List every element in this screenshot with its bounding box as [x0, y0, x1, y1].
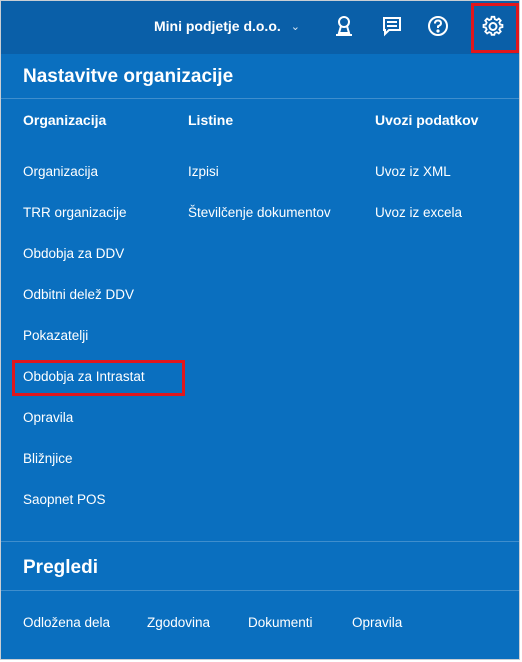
- link-pokazatelji[interactable]: Pokazatelji: [23, 328, 88, 343]
- section-divider: [1, 98, 519, 99]
- column-heading-listine: Listine: [188, 112, 234, 128]
- link-uvoz-iz-xml[interactable]: Uvoz iz XML: [375, 164, 451, 179]
- link-obdobja-za-intrastat[interactable]: Obdobja za Intrastat: [23, 369, 145, 384]
- link-uvoz-iz-excela[interactable]: Uvoz iz excela: [375, 205, 462, 220]
- column-heading-uvozi: Uvozi podatkov: [375, 112, 479, 128]
- top-navigation-bar: Mini podjetje d.o.o. ⌄: [1, 1, 519, 54]
- company-name: Mini podjetje d.o.o.: [154, 18, 281, 34]
- link-obdobja-za-ddv[interactable]: Obdobja za DDV: [23, 246, 124, 261]
- link-opravila[interactable]: Opravila: [23, 410, 73, 425]
- link-odlozena-dela[interactable]: Odložena dela: [23, 615, 110, 630]
- link-organizacija[interactable]: Organizacija: [23, 164, 98, 179]
- help-icon[interactable]: [424, 12, 452, 40]
- link-zgodovina[interactable]: Zgodovina: [147, 615, 210, 630]
- link-opravila-pregledi[interactable]: Opravila: [352, 615, 402, 630]
- section-divider: [1, 590, 519, 591]
- settings-section-title: Nastavitve organizacije: [23, 66, 234, 87]
- chevron-down-icon: ⌄: [290, 20, 300, 33]
- user-icon[interactable]: [330, 12, 358, 40]
- link-izpisi[interactable]: Izpisi: [188, 164, 219, 179]
- link-trr-organizacije[interactable]: TRR organizacije: [23, 205, 127, 220]
- link-saopnet-pos[interactable]: Saopnet POS: [23, 492, 106, 507]
- column-heading-organizacija: Organizacija: [23, 112, 107, 128]
- section-divider: [1, 541, 519, 542]
- messages-icon[interactable]: [378, 12, 406, 40]
- link-dokumenti[interactable]: Dokumenti: [248, 615, 313, 630]
- settings-icon[interactable]: [479, 12, 507, 40]
- link-bliznjice[interactable]: Bližnjice: [23, 451, 73, 466]
- link-odbitni-delez-ddv[interactable]: Odbitni delež DDV: [23, 287, 134, 302]
- link-stevilcenje-dokumentov[interactable]: Številčenje dokumentov: [188, 205, 331, 220]
- settings-dropdown-panel: Mini podjetje d.o.o. ⌄ Nastavitve organi…: [0, 0, 520, 660]
- overview-section-title: Pregledi: [23, 557, 98, 578]
- company-selector[interactable]: Mini podjetje d.o.o. ⌄: [154, 18, 300, 34]
